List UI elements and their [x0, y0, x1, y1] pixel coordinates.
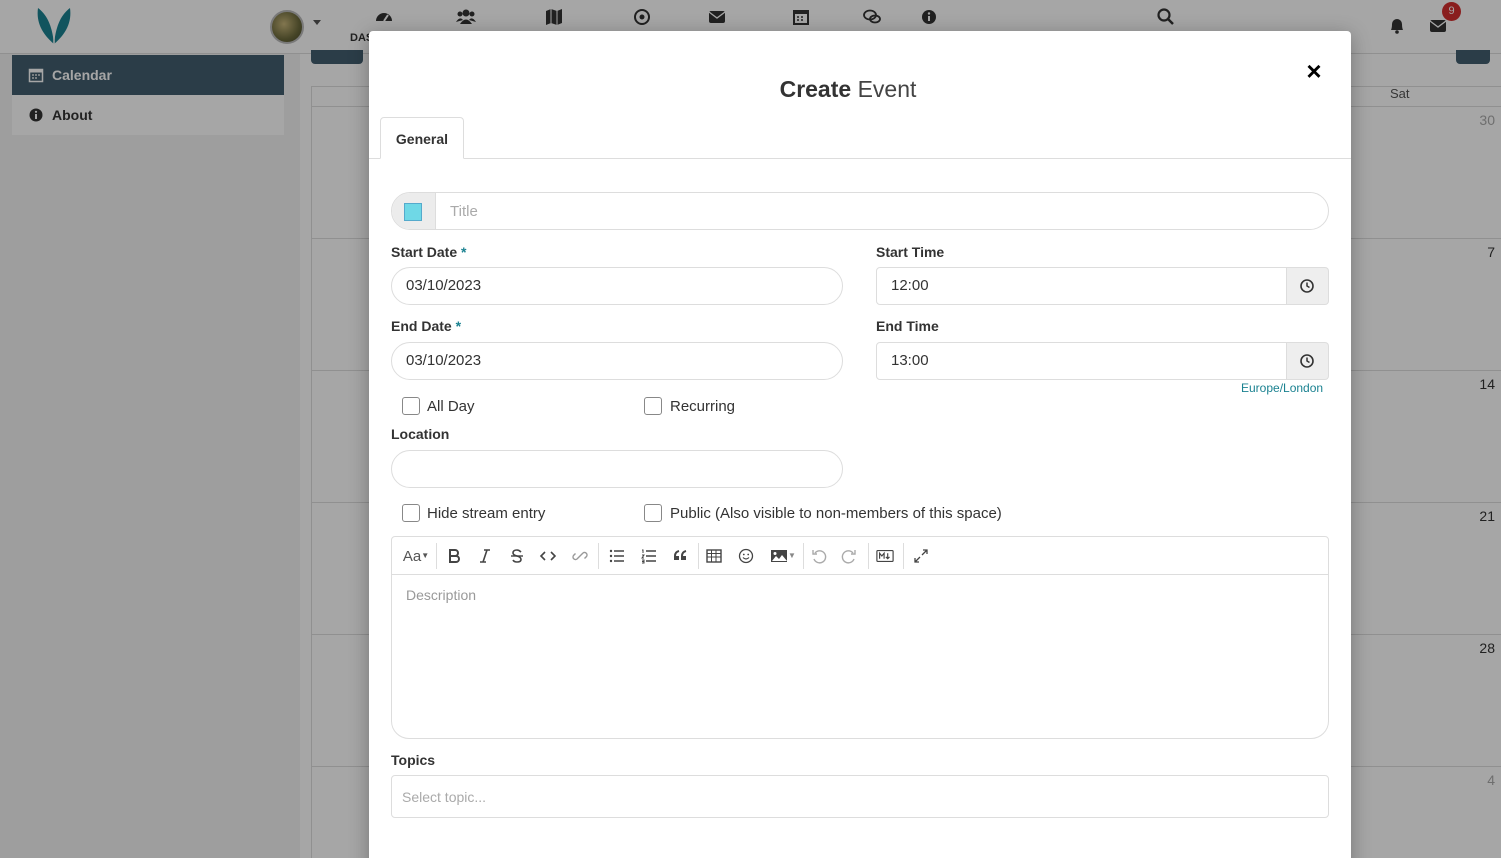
color-swatch[interactable]	[404, 203, 422, 221]
create-event-modal: × Create Event General Start Date * 03/1…	[369, 31, 1351, 858]
all-day-label[interactable]: All Day	[427, 398, 475, 415]
end-time-label: End Time	[876, 318, 939, 334]
public-label[interactable]: Public (Also visible to non-members of t…	[670, 505, 1002, 522]
recurring-checkbox[interactable]	[644, 397, 662, 415]
description-editor: Aa▼ ▼ Description	[391, 536, 1329, 739]
tab-general[interactable]: General	[380, 117, 464, 159]
table-button[interactable]	[704, 546, 724, 566]
toolbar-divider	[803, 543, 804, 569]
public-checkbox[interactable]	[644, 504, 662, 522]
bold-button[interactable]	[444, 546, 464, 566]
ordered-list-button[interactable]	[639, 546, 659, 566]
blockquote-button[interactable]	[671, 546, 691, 566]
emoji-icon	[738, 548, 754, 564]
toolbar-divider	[868, 543, 869, 569]
modal-title-bold: Create	[779, 76, 852, 102]
chevron-down-icon: ▼	[788, 551, 796, 560]
hide-stream-checkbox[interactable]	[402, 504, 420, 522]
start-date-label: Start Date *	[391, 244, 466, 260]
topics-label: Topics	[391, 752, 436, 768]
ordered-list-icon	[641, 549, 656, 564]
strikethrough-icon	[511, 549, 523, 563]
title-field-group	[391, 192, 1329, 230]
all-day-checkbox[interactable]	[402, 397, 420, 415]
end-time-picker-button[interactable]	[1287, 342, 1329, 380]
toolbar-divider	[436, 543, 437, 569]
start-date-input[interactable]: 03/10/2023	[391, 267, 843, 305]
code-button[interactable]	[538, 546, 558, 566]
color-picker[interactable]	[392, 193, 436, 229]
start-time-picker-button[interactable]	[1287, 267, 1329, 305]
end-time-input[interactable]: 13:00	[876, 342, 1287, 380]
image-button[interactable]: ▼	[767, 546, 799, 566]
end-date-label-text: End Date	[391, 318, 452, 334]
end-date-label: End Date *	[391, 318, 461, 334]
toolbar-divider	[903, 543, 904, 569]
clock-icon	[1300, 354, 1314, 368]
quote-icon	[674, 550, 687, 560]
start-date-label-text: Start Date	[391, 244, 458, 260]
table-icon	[706, 549, 722, 563]
heading-button-label: Aa	[402, 548, 422, 565]
tab-bar: General	[369, 117, 1351, 159]
link-icon	[572, 551, 588, 561]
link-button[interactable]	[570, 546, 590, 566]
start-time-input[interactable]: 12:00	[876, 267, 1287, 305]
redo-icon	[841, 550, 856, 564]
recurring-label[interactable]: Recurring	[670, 398, 735, 415]
markdown-icon	[876, 550, 894, 562]
toolbar-divider	[698, 543, 699, 569]
bullet-list-button[interactable]	[607, 546, 627, 566]
topics-select[interactable]: Select topic...	[391, 775, 1329, 818]
undo-icon	[812, 550, 827, 564]
emoji-button[interactable]	[736, 546, 756, 566]
redo-button[interactable]	[839, 546, 859, 566]
markdown-button[interactable]	[874, 546, 896, 566]
start-time-label: Start Time	[876, 244, 945, 260]
modal-title: Create Event	[369, 76, 1327, 103]
heading-button[interactable]: Aa▼	[400, 546, 432, 566]
code-icon	[539, 551, 557, 561]
bullet-list-icon	[609, 549, 624, 563]
clock-icon	[1300, 279, 1314, 293]
location-input[interactable]	[391, 450, 843, 488]
required-mark: *	[455, 318, 462, 334]
timezone-link[interactable]: Europe/London	[1241, 381, 1323, 395]
title-input[interactable]	[438, 193, 1318, 229]
expand-icon	[914, 549, 928, 563]
chevron-down-icon: ▼	[421, 551, 430, 560]
italic-icon	[480, 549, 490, 563]
required-mark: *	[461, 244, 467, 260]
end-date-input[interactable]: 03/10/2023	[391, 342, 843, 380]
italic-button[interactable]	[475, 546, 495, 566]
fullscreen-button[interactable]	[911, 546, 931, 566]
description-placeholder[interactable]: Description	[406, 587, 476, 603]
modal-title-rest: Event	[851, 76, 917, 102]
hide-stream-label[interactable]: Hide stream entry	[427, 505, 545, 522]
image-icon	[771, 550, 788, 562]
editor-toolbar: Aa▼ ▼	[392, 537, 1328, 575]
strikethrough-button[interactable]	[507, 546, 527, 566]
toolbar-divider	[598, 543, 599, 569]
bold-icon	[449, 549, 460, 563]
undo-button[interactable]	[809, 546, 829, 566]
location-label: Location	[391, 426, 450, 442]
